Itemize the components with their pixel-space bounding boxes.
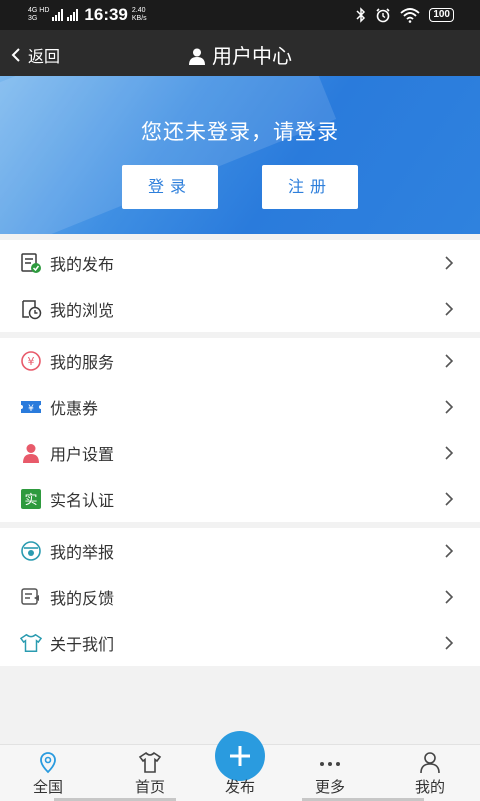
profile-icon xyxy=(420,752,440,774)
chevron-right-icon xyxy=(445,544,454,558)
tab-label: 首页 xyxy=(134,778,165,796)
report-icon xyxy=(20,540,42,562)
about-icon xyxy=(20,632,42,654)
chevron-right-icon xyxy=(445,256,454,270)
menu-item-coupons[interactable]: ¥ 优惠券 xyxy=(0,384,480,430)
menu-group-3: 我的举报 我的反馈 关于我们 xyxy=(0,528,480,666)
status-left: 4G HD 3G 16:39 2.40 KB/s xyxy=(28,4,147,26)
menu-item-my-services[interactable]: ¥ 我的服务 xyxy=(0,338,480,384)
login-button[interactable]: 登录 xyxy=(122,165,218,209)
chevron-right-icon xyxy=(445,400,454,414)
plus-icon xyxy=(230,746,250,766)
menu-item-label: 实名认证 xyxy=(50,491,115,510)
network-bottom-label: 3G xyxy=(28,15,38,22)
login-banner: 您还未登录，请登录 登录 注册 xyxy=(0,76,480,234)
coupon-icon: ¥ xyxy=(20,396,42,418)
service-icon: ¥ xyxy=(20,350,42,372)
verify-icon: 实 xyxy=(20,488,42,510)
battery-icon: 100 xyxy=(429,8,454,22)
menu-item-label: 关于我们 xyxy=(50,635,115,654)
menu-item-my-reports[interactable]: 我的举报 xyxy=(0,528,480,574)
coupon-icon-glyph: ¥ xyxy=(28,404,34,414)
speed-unit: KB/s xyxy=(131,15,147,22)
signal-icon xyxy=(52,9,64,21)
menu-group-1: 我的发布 我的浏览 xyxy=(0,240,480,332)
menu-item-my-history[interactable]: 我的浏览 xyxy=(0,286,480,332)
tab-label: 全国 xyxy=(32,778,63,796)
tab-mine[interactable]: 我的 xyxy=(382,745,478,801)
app-header: 返回 用户中心 xyxy=(0,30,480,76)
register-button[interactable]: 注册 xyxy=(262,165,358,209)
menu-item-my-posts[interactable]: 我的发布 xyxy=(0,240,480,286)
chevron-right-icon xyxy=(445,590,454,604)
menu-item-label: 我的浏览 xyxy=(50,301,115,320)
chevron-right-icon xyxy=(445,636,454,650)
history-icon xyxy=(20,298,42,320)
shirt-icon xyxy=(138,751,162,773)
clock: 16:39 xyxy=(84,5,128,24)
tab-home[interactable]: 首页 xyxy=(102,745,198,801)
menu-item-verification[interactable]: 实 实名认证 xyxy=(0,476,480,522)
tab-nationwide[interactable]: 全国 xyxy=(0,745,96,801)
network-type: 4G HD 3G xyxy=(28,7,49,23)
menu-group-2: ¥ 我的服务 ¥ 优惠券 用户设置 实 实名认证 xyxy=(0,338,480,522)
speed-value: 2.40 xyxy=(131,7,146,14)
network-speed: 2.40 KB/s xyxy=(132,7,147,23)
menu-item-label: 优惠券 xyxy=(50,399,99,418)
chevron-right-icon xyxy=(445,492,454,506)
wifi-icon xyxy=(400,8,420,23)
alarm-icon xyxy=(376,8,390,23)
user-settings-icon xyxy=(20,442,42,464)
tab-label: 发布 xyxy=(224,778,255,796)
menu-item-label: 我的服务 xyxy=(50,353,115,372)
login-prompt: 您还未登录，请登录 xyxy=(141,120,339,144)
service-icon-glyph: ¥ xyxy=(28,355,35,368)
tab-label: 我的 xyxy=(414,778,445,796)
tab-label: 更多 xyxy=(314,778,345,796)
menu-item-my-feedback[interactable]: 我的反馈 xyxy=(0,574,480,620)
bluetooth-icon xyxy=(356,7,366,23)
menu-item-label: 我的发布 xyxy=(50,255,115,274)
menu-item-label: 用户设置 xyxy=(50,445,115,464)
network-top-label: 4G HD xyxy=(28,7,50,14)
verify-icon-glyph: 实 xyxy=(24,493,37,508)
page-title-text: 用户中心 xyxy=(212,44,292,68)
feedback-icon xyxy=(20,586,42,608)
user-icon xyxy=(189,48,205,65)
menu-item-about-us[interactable]: 关于我们 xyxy=(0,620,480,666)
publish-fab[interactable] xyxy=(215,731,265,781)
status-right: 100 xyxy=(356,5,454,25)
location-icon xyxy=(40,752,56,774)
chevron-right-icon xyxy=(445,446,454,460)
status-bar: 4G HD 3G 16:39 2.40 KB/s 100 xyxy=(0,0,480,30)
chevron-right-icon xyxy=(445,302,454,316)
tab-more[interactable]: 更多 xyxy=(282,745,378,801)
menu-item-label: 我的反馈 xyxy=(50,589,115,608)
more-icon xyxy=(320,762,340,766)
page-title: 用户中心 xyxy=(0,40,480,69)
chevron-right-icon xyxy=(445,354,454,368)
signal-2-icon xyxy=(67,9,79,21)
menu-item-label: 我的举报 xyxy=(50,543,115,562)
menu-item-user-settings[interactable]: 用户设置 xyxy=(0,430,480,476)
tab-publish[interactable]: 发布 xyxy=(192,731,288,801)
bottom-tab-bar: 全国 首页 发布 更多 我的 xyxy=(0,731,480,801)
publish-icon xyxy=(20,252,42,274)
